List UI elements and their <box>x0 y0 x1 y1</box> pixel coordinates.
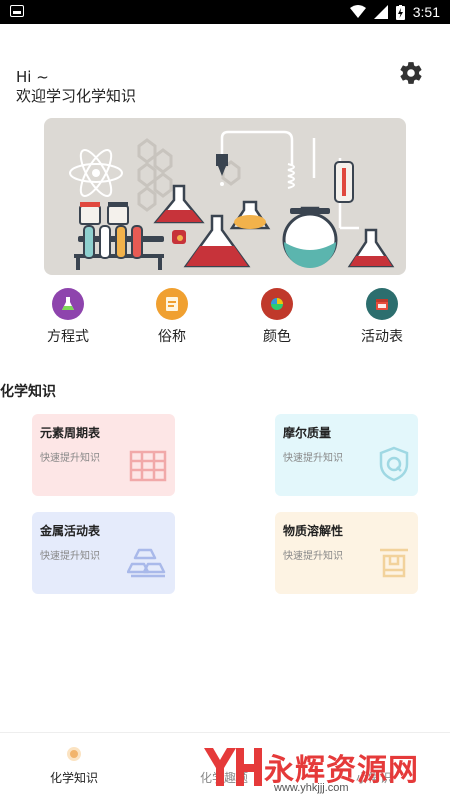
status-icons: 3:51 <box>349 3 440 21</box>
battery-icon <box>395 4 405 20</box>
card-subtitle: 快速提升知识 <box>40 551 100 562</box>
calendar-icon <box>366 288 398 320</box>
card-title: 金属活动表 <box>40 524 101 538</box>
card-solubility[interactable]: 物质溶解性 快速提升知识 <box>275 512 418 594</box>
card-subtitle: 快速提升知识 <box>283 551 343 562</box>
card-title: 摩尔质量 <box>283 426 332 440</box>
lab-illustration <box>69 130 395 270</box>
nav-tab-chemistry-knowledge[interactable]: 化学知识 <box>50 747 98 786</box>
settings-button[interactable] <box>398 60 424 86</box>
watermark-url: www.yhkjjj.com <box>274 782 349 794</box>
quick-link-label: 方程式 <box>47 329 89 345</box>
quick-link-label: 活动表 <box>361 329 403 345</box>
quick-link-equations[interactable]: 方程式 <box>28 288 108 346</box>
clock: 3:51 <box>412 4 440 20</box>
wifi-icon <box>349 5 366 18</box>
card-title: 物质溶解性 <box>283 524 344 538</box>
section-title: 化学知识 <box>0 384 56 400</box>
status-bar: 3:51 <box>0 0 450 24</box>
palette-icon <box>261 288 293 320</box>
greeting-hi: Hi ~ <box>16 68 49 86</box>
table-grid-icon <box>129 450 167 482</box>
note-icon <box>156 288 188 320</box>
quick-link-common-names[interactable]: 俗称 <box>132 288 212 346</box>
card-subtitle: 快速提升知识 <box>283 453 343 464</box>
card-molar-mass[interactable]: 摩尔质量 快速提升知识 <box>275 414 418 496</box>
greeting-welcome: 欢迎学习化学知识 <box>16 87 137 105</box>
quick-link-label: 俗称 <box>158 329 186 345</box>
metal-bars-icon <box>127 548 166 578</box>
flask-icon <box>52 288 84 320</box>
card-periodic-table[interactable]: 元素周期表 快速提升知识 <box>32 414 175 496</box>
gear-icon <box>400 62 422 84</box>
signal-icon <box>373 5 388 19</box>
shield-q-icon <box>379 446 409 482</box>
atom-tab-icon <box>67 747 81 761</box>
card-metal-activity[interactable]: 金属活动表 快速提升知识 <box>32 512 175 594</box>
quick-link-label: 颜色 <box>263 329 291 345</box>
chemistry-banner[interactable] <box>44 118 406 275</box>
dissolve-icon <box>380 548 408 578</box>
greeting: Hi ~ 欢迎学习化学知识 <box>16 68 136 106</box>
quick-link-activity-table[interactable]: 活动表 <box>342 288 422 346</box>
watermark: 永辉资源网 www.yhkjjj.com <box>200 744 419 794</box>
image-notification-icon <box>10 5 24 17</box>
nav-tab-label: 化学知识 <box>50 771 99 785</box>
card-subtitle: 快速提升知识 <box>40 453 100 464</box>
card-title: 元素周期表 <box>40 426 101 440</box>
quick-link-colors[interactable]: 颜色 <box>237 288 317 346</box>
watermark-logo-icon <box>204 748 262 786</box>
